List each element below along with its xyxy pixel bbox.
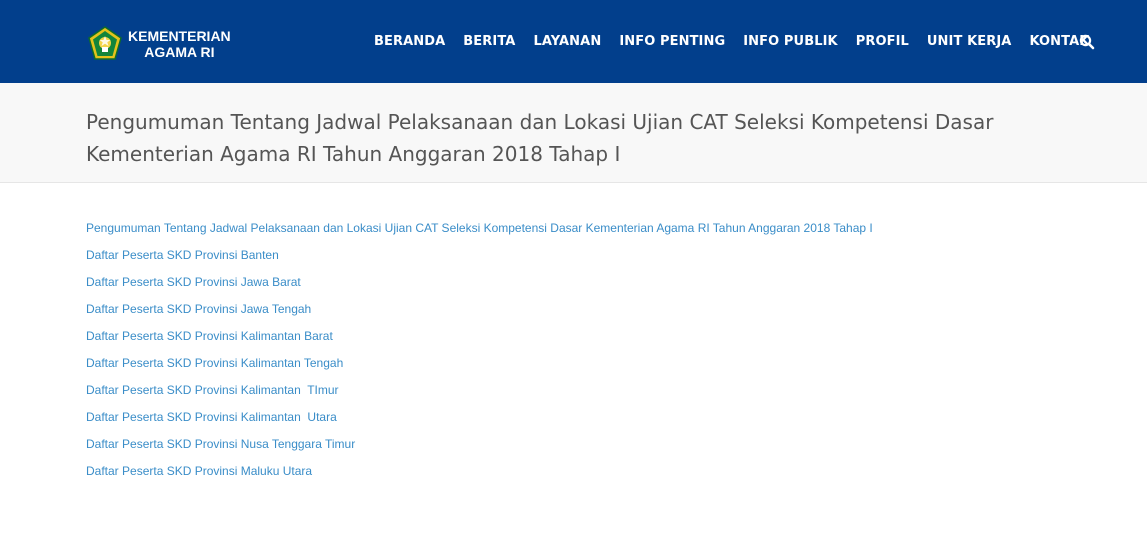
logo-line-2: AGAMA RI	[144, 44, 215, 60]
participant-list-link-jawa-tengah[interactable]: Daftar Peserta SKD Provinsi Jawa Tengah	[86, 302, 311, 316]
participant-list-link-kalimantan-timur[interactable]: Daftar Peserta SKD Provinsi Kalimantan T…	[86, 383, 339, 397]
participant-list-link-kalimantan-barat[interactable]: Daftar Peserta SKD Provinsi Kalimantan B…	[86, 329, 333, 343]
participant-list-link-ntt[interactable]: Daftar Peserta SKD Provinsi Nusa Tenggar…	[86, 437, 355, 451]
main-nav: BERANDA BERITA LAYANAN INFO PENTING INFO…	[374, 32, 1107, 50]
list-item: Pengumuman Tentang Jadwal Pelaksanaan da…	[86, 220, 873, 247]
list-item: Daftar Peserta SKD Provinsi Kalimantan B…	[86, 328, 873, 355]
nav-item-info-penting[interactable]: INFO PENTING	[619, 34, 725, 49]
list-item: Daftar Peserta SKD Provinsi Kalimantan T…	[86, 382, 873, 409]
participant-list-link-kalimantan-tengah[interactable]: Daftar Peserta SKD Provinsi Kalimantan T…	[86, 356, 343, 370]
list-item: Daftar Peserta SKD Provinsi Nusa Tenggar…	[86, 436, 873, 463]
site-header: KEMENTERIAN AGAMA RI BERANDA BERITA LAYA…	[0, 0, 1147, 83]
list-item: Daftar Peserta SKD Provinsi Jawa Tengah	[86, 301, 873, 328]
nav-item-info-publik[interactable]: INFO PUBLIK	[743, 34, 837, 49]
participant-list-link-banten[interactable]: Daftar Peserta SKD Provinsi Banten	[86, 248, 279, 262]
nav-item-beranda[interactable]: BERANDA	[374, 34, 445, 49]
list-item: Daftar Peserta SKD Provinsi Kalimantan U…	[86, 409, 873, 436]
nav-item-layanan[interactable]: LAYANAN	[533, 34, 601, 49]
search-button[interactable]	[1078, 33, 1096, 51]
list-item: Daftar Peserta SKD Provinsi Maluku Utara	[86, 463, 873, 490]
announcement-link[interactable]: Pengumuman Tentang Jadwal Pelaksanaan da…	[86, 221, 873, 235]
participant-list-link-maluku-utara[interactable]: Daftar Peserta SKD Provinsi Maluku Utara	[86, 464, 312, 478]
participant-list-link-kalimantan-utara[interactable]: Daftar Peserta SKD Provinsi Kalimantan U…	[86, 410, 337, 424]
logo-text: KEMENTERIAN AGAMA RI	[128, 28, 231, 60]
kemenag-emblem-icon	[88, 26, 122, 60]
page-title: Pengumuman Tentang Jadwal Pelaksanaan da…	[86, 110, 994, 166]
logo-line-1: KEMENTERIAN	[128, 28, 231, 44]
site-logo[interactable]: KEMENTERIAN AGAMA RI	[87, 24, 247, 64]
nav-item-profil[interactable]: PROFIL	[856, 34, 909, 49]
nav-item-unit-kerja[interactable]: UNIT KERJA	[927, 34, 1012, 49]
search-icon	[1079, 34, 1095, 50]
document-link-list: Pengumuman Tentang Jadwal Pelaksanaan da…	[86, 220, 873, 490]
nav-item-berita[interactable]: BERITA	[463, 34, 515, 49]
list-item: Daftar Peserta SKD Provinsi Kalimantan T…	[86, 355, 873, 382]
participant-list-link-jawa-barat[interactable]: Daftar Peserta SKD Provinsi Jawa Barat	[86, 275, 301, 289]
list-item: Daftar Peserta SKD Provinsi Banten	[86, 247, 873, 274]
list-item: Daftar Peserta SKD Provinsi Jawa Barat	[86, 274, 873, 301]
